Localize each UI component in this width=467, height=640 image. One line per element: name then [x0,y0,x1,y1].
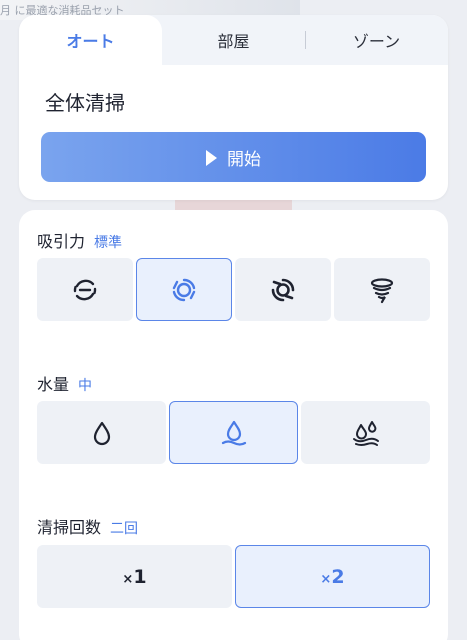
suction-standard-icon [172,278,196,301]
count-option-1[interactable]: ×1 [37,545,232,608]
suction-option-standard[interactable] [136,258,232,321]
water-low-icon [93,421,110,445]
start-button-label: 開始 [227,149,261,170]
count-option-1-x: × [122,571,134,587]
count-value: 二回 [110,521,139,537]
play-icon [206,149,217,166]
count-option-1-label: ×1 [122,566,146,588]
count-option-2-number: 2 [331,565,345,588]
suction-label: 吸引力 [37,232,86,251]
settings-card: 吸引力 標準 水量 中 清掃回数 二回 ×1 ×2 [19,210,448,640]
suction-value: 標準 [94,235,123,251]
water-section-label: 水量 中 [37,371,92,395]
suction-max-icon [370,277,394,303]
water-medium-icon [221,420,246,446]
mode-tabs: オート 部屋 ゾーン [19,15,448,65]
water-high-icon [352,420,379,446]
mode-title: 全体清掃 [45,91,125,115]
suction-section-label: 吸引力 標準 [37,228,122,252]
start-button[interactable]: 開始 [41,132,426,182]
suction-option-off[interactable] [37,258,133,321]
count-option-1-number: 1 [133,565,147,588]
suction-option-strong[interactable] [235,258,331,321]
count-label: 清掃回数 [37,518,102,537]
count-option-2-label: ×2 [320,566,344,588]
water-value: 中 [78,378,93,394]
suction-option-max[interactable] [334,258,430,321]
water-label: 水量 [37,375,70,394]
suction-off-icon [73,279,97,300]
tab-auto[interactable]: オート [19,15,162,65]
count-section-label: 清掃回数 二回 [37,514,138,538]
count-option-2[interactable]: ×2 [235,545,430,608]
tab-zone[interactable]: ゾーン [305,15,448,65]
tab-room[interactable]: 部屋 [162,15,305,65]
mode-card: オート 部屋 ゾーン 全体清掃 開始 [19,15,448,200]
count-option-2-x: × [320,571,332,587]
water-option-low[interactable] [37,401,166,464]
water-option-high[interactable] [301,401,430,464]
water-option-medium[interactable] [169,401,298,464]
suction-strong-icon [271,278,295,301]
